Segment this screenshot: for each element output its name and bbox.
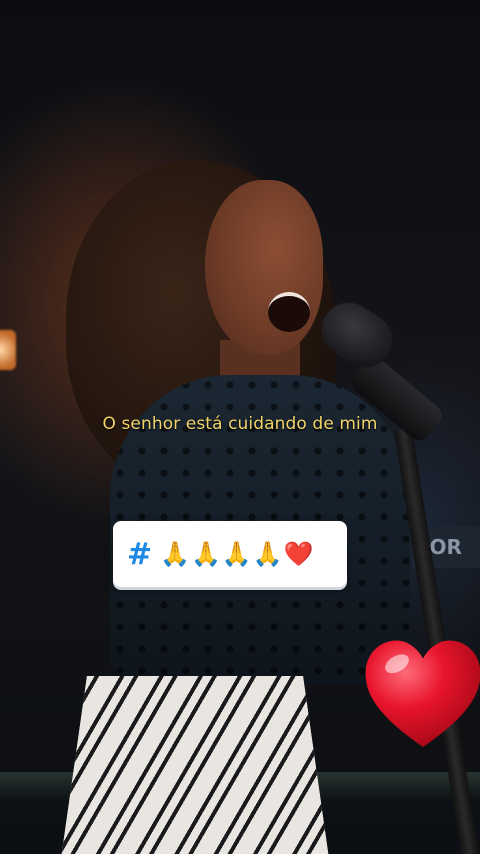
singer-mouth — [268, 292, 310, 332]
singer-face — [205, 180, 323, 355]
hashtag-symbol: # — [127, 536, 153, 572]
stage-lamp — [0, 330, 16, 370]
video-frame[interactable]: IOR O senhor está cuidando de mim # 🙏🙏🙏🙏… — [0, 0, 480, 854]
lyric-caption: O senhor está cuidando de mim — [102, 414, 378, 434]
heart-icon — [365, 640, 480, 747]
hashtag-sticker[interactable]: # 🙏🙏🙏🙏❤️ — [113, 521, 347, 587]
singer-skirt — [60, 676, 330, 854]
prayer-hands-emojis: 🙏🙏🙏🙏❤️ — [160, 540, 315, 568]
